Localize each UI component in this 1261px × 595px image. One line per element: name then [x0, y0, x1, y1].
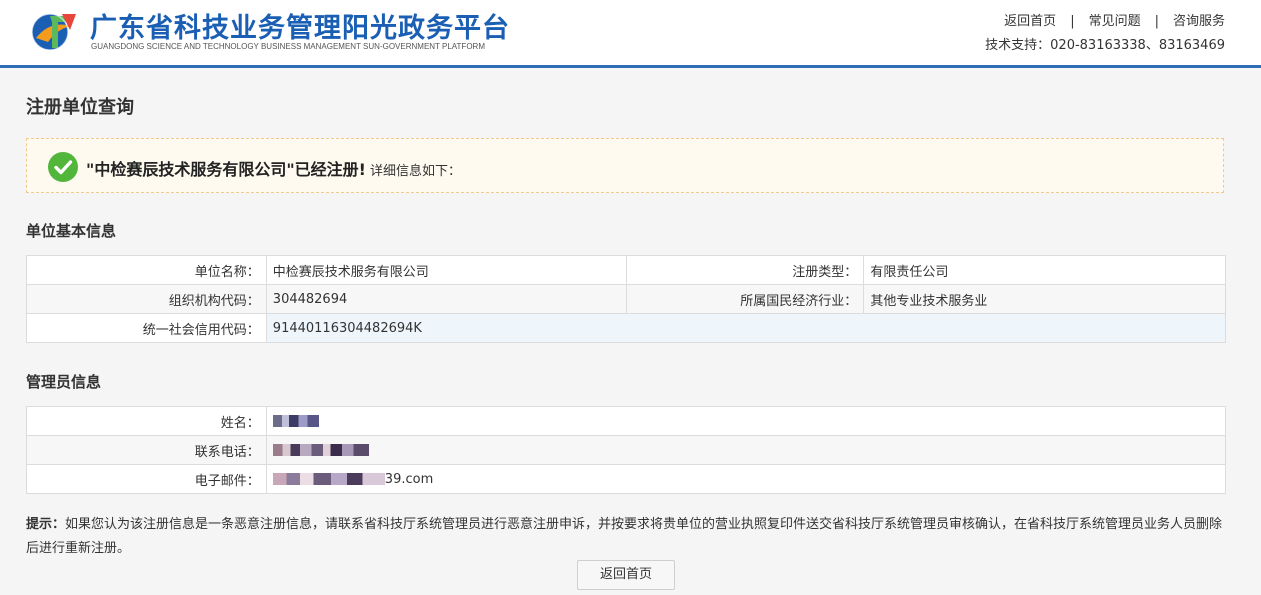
- brand-subtitle: GUANGDONG SCIENCE AND TECHNOLOGY BUSINES…: [91, 42, 485, 51]
- unit-info-title: 单位基本信息: [26, 222, 117, 240]
- gd-logo-icon: [28, 8, 80, 54]
- brand-title: 广东省科技业务管理阳光政务平台: [90, 13, 510, 44]
- header-divider: [0, 65, 1261, 68]
- registration-type-value: 有限责任公司: [863, 255, 1226, 285]
- check-circle-icon: [48, 152, 78, 182]
- redacted-phone: [272, 444, 369, 456]
- industry-value: 其他专业技术服务业: [863, 284, 1226, 314]
- admin-phone-label: 联系电话：: [26, 435, 267, 465]
- page-header: 广东省科技业务管理阳光政务平台 GUANGDONG SCIENCE AND TE…: [0, 0, 1261, 65]
- nav-home-link[interactable]: 返回首页: [1004, 14, 1056, 29]
- page-title: 注册单位查询: [26, 97, 134, 118]
- admin-info-title: 管理员信息: [26, 373, 102, 391]
- notice-strong-text: "中检赛辰技术服务有限公司"已经注册!: [86, 160, 366, 179]
- support-phone: 技术支持：020-83163338、83163469: [985, 38, 1225, 53]
- org-code-value: 304482694: [265, 284, 627, 314]
- top-nav: 返回首页 | 常见问题 | 咨询服务: [1004, 10, 1225, 29]
- table-row: 电子邮件： 39.com: [26, 464, 1227, 494]
- org-code-label: 组织机构代码：: [26, 284, 267, 314]
- admin-info-table: 姓名： 联系电话： 电子邮件： 39.com: [26, 406, 1227, 494]
- redacted-name: [272, 415, 319, 427]
- admin-phone-value: [265, 435, 1227, 465]
- hint-text: 提示：如果您认为该注册信息是一条恶意注册信息，请联系省科技厅系统管理员进行恶意注…: [26, 513, 1226, 561]
- redacted-email: [272, 473, 385, 485]
- table-row: 统一社会信用代码： 91440116304482694K: [26, 313, 1227, 343]
- nav-consult-link[interactable]: 咨询服务: [1173, 14, 1225, 29]
- admin-name-value: [265, 406, 1227, 436]
- hint-prefix: 提示：: [26, 517, 66, 532]
- hint-body: 如果您认为该注册信息是一条恶意注册信息，请联系省科技厅系统管理员进行恶意注册申诉…: [26, 517, 1223, 556]
- table-row: 组织机构代码： 304482694 所属国民经济行业： 其他专业技术服务业: [26, 284, 1226, 314]
- registration-type-label: 注册类型：: [625, 255, 865, 285]
- table-row: 联系电话：: [26, 435, 1227, 465]
- unit-info-table: 单位名称： 中检赛辰技术服务有限公司 注册类型： 有限责任公司 组织机构代码： …: [26, 255, 1227, 343]
- email-suffix: 39.com: [384, 471, 434, 487]
- admin-email-value: 39.com: [265, 464, 1227, 494]
- unit-name-label: 单位名称：: [26, 255, 267, 285]
- credit-code-value: 91440116304482694K: [265, 313, 1227, 343]
- admin-name-label: 姓名：: [26, 406, 267, 436]
- credit-code-label: 统一社会信用代码：: [26, 313, 267, 343]
- industry-label: 所属国民经济行业：: [625, 284, 865, 314]
- registered-notice: "中检赛辰技术服务有限公司"已经注册! 详细信息如下：: [26, 138, 1224, 193]
- admin-email-label: 电子邮件：: [26, 464, 267, 494]
- table-row: 姓名：: [26, 406, 1227, 436]
- nav-separator: |: [1154, 14, 1159, 29]
- nav-faq-link[interactable]: 常见问题: [1089, 14, 1141, 29]
- notice-detail-text: 详细信息如下：: [369, 164, 461, 179]
- unit-name-value: 中检赛辰技术服务有限公司: [265, 255, 627, 285]
- table-row: 单位名称： 中检赛辰技术服务有限公司 注册类型： 有限责任公司: [26, 255, 1226, 285]
- notice-message: "中检赛辰技术服务有限公司"已经注册! 详细信息如下：: [86, 156, 461, 180]
- nav-separator: |: [1070, 14, 1075, 29]
- back-home-button[interactable]: 返回首页: [577, 560, 675, 590]
